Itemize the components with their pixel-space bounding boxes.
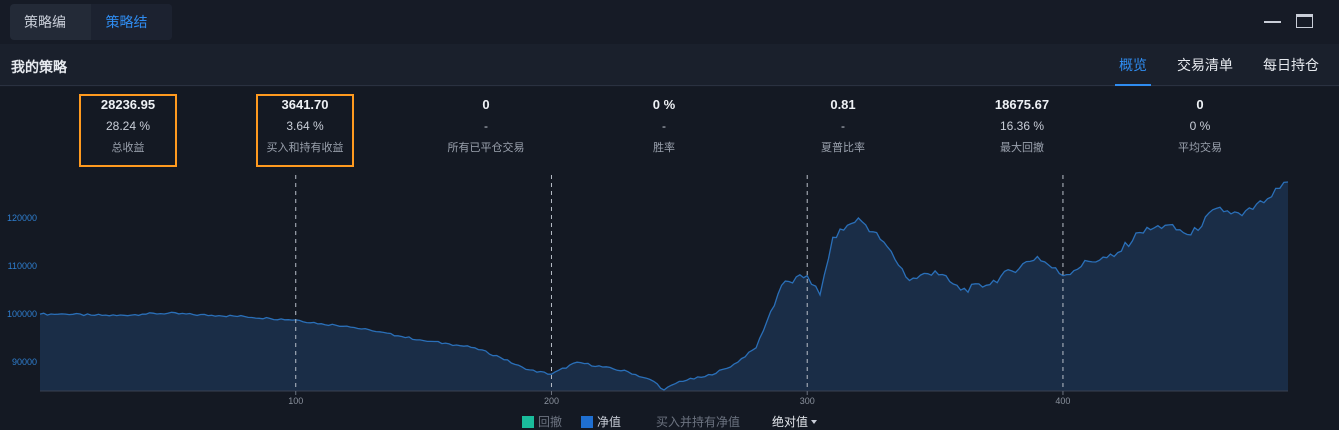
legend-drawdown-label: 回撤: [538, 415, 563, 429]
chart-legend: 回撤 净值 买入并持有净值 绝对值: [0, 414, 1339, 430]
stat-value: 0 %: [652, 97, 676, 112]
top-tab-group: 策略编写 策略结果: [10, 4, 172, 66]
highlight-box-buy-hold-return: [256, 94, 354, 167]
stat-label: 平均交易: [1178, 142, 1222, 154]
stat-label: 夏普比率: [821, 142, 865, 154]
x-tick-label-300: 300: [800, 396, 815, 406]
chevron-down-icon: [811, 420, 818, 424]
x-tick-label-400: 400: [1055, 396, 1070, 406]
legend-buy-hold-net[interactable]: 买入并持有净值: [656, 414, 740, 430]
top-bar: 策略编写 策略结果: [0, 0, 1339, 66]
tab-strategy-result[interactable]: 策略结果: [91, 4, 172, 66]
stat-value: 0: [1196, 97, 1204, 112]
legend-drawdown[interactable]: 回撤: [522, 414, 562, 430]
page-title: 我的策略: [11, 59, 67, 75]
legend-buy-hold-label: 买入并持有净值: [656, 415, 741, 429]
tab-daily-positions[interactable]: 每日持仓: [1263, 44, 1319, 86]
stat-closed-trades: 0 - 所有已平仓交易: [411, 95, 561, 159]
stat-value: 18675.67: [994, 97, 1050, 112]
stat-percent: 16.36 %: [999, 119, 1045, 133]
value-mode-label: 绝对值: [772, 415, 809, 429]
stat-label: 胜率: [653, 142, 675, 154]
legend-net-value[interactable]: 净值: [581, 414, 621, 430]
y-tick-label-120000: 120000: [7, 213, 37, 223]
x-tick-label-100: 100: [288, 396, 303, 406]
result-tabs: 概览 交易清单 每日持仓: [1115, 44, 1339, 86]
stat-avg-trade: 0 0 % 平均交易: [1125, 95, 1275, 159]
stat-percent: -: [662, 119, 666, 133]
y-tick-label-100000: 100000: [7, 309, 37, 319]
stat-percent: 0 %: [1189, 119, 1211, 133]
stat-sharpe-ratio: 0.81 - 夏普比率: [768, 95, 918, 159]
strategy-header: 我的策略 概览 交易清单 每日持仓: [0, 44, 1339, 86]
legend-net-value-label: 净值: [597, 415, 622, 429]
stat-win-rate: 0 % - 胜率: [589, 95, 739, 159]
y-tick-label-90000: 90000: [12, 357, 37, 367]
x-tick-label-200: 200: [544, 396, 559, 406]
net-value-swatch-icon: [581, 416, 593, 428]
stat-percent: -: [841, 119, 845, 133]
tab-trade-list[interactable]: 交易清单: [1177, 44, 1233, 86]
maximize-icon[interactable]: [1296, 14, 1313, 28]
net-value-chart: 100 200 300 400 90000 100000 110000 120000: [7, 175, 1289, 406]
net-value-area: [40, 182, 1288, 391]
stat-percent: -: [484, 119, 488, 133]
tab-strategy-editor[interactable]: 策略编写: [10, 4, 91, 66]
stat-max-drawdown: 18675.67 16.36 % 最大回撤: [947, 95, 1097, 159]
stat-label: 所有已平仓交易: [447, 142, 525, 154]
stat-value: 0: [482, 97, 490, 112]
highlight-box-total-return: [79, 94, 177, 167]
drawdown-swatch-icon: [522, 416, 534, 428]
stat-value: 0.81: [830, 97, 856, 112]
value-mode-dropdown[interactable]: 绝对值: [772, 414, 818, 430]
stat-label: 最大回撤: [1000, 142, 1044, 154]
tab-overview[interactable]: 概览: [1115, 44, 1151, 86]
minimize-icon[interactable]: [1264, 21, 1281, 23]
y-tick-label-110000: 110000: [8, 261, 37, 271]
